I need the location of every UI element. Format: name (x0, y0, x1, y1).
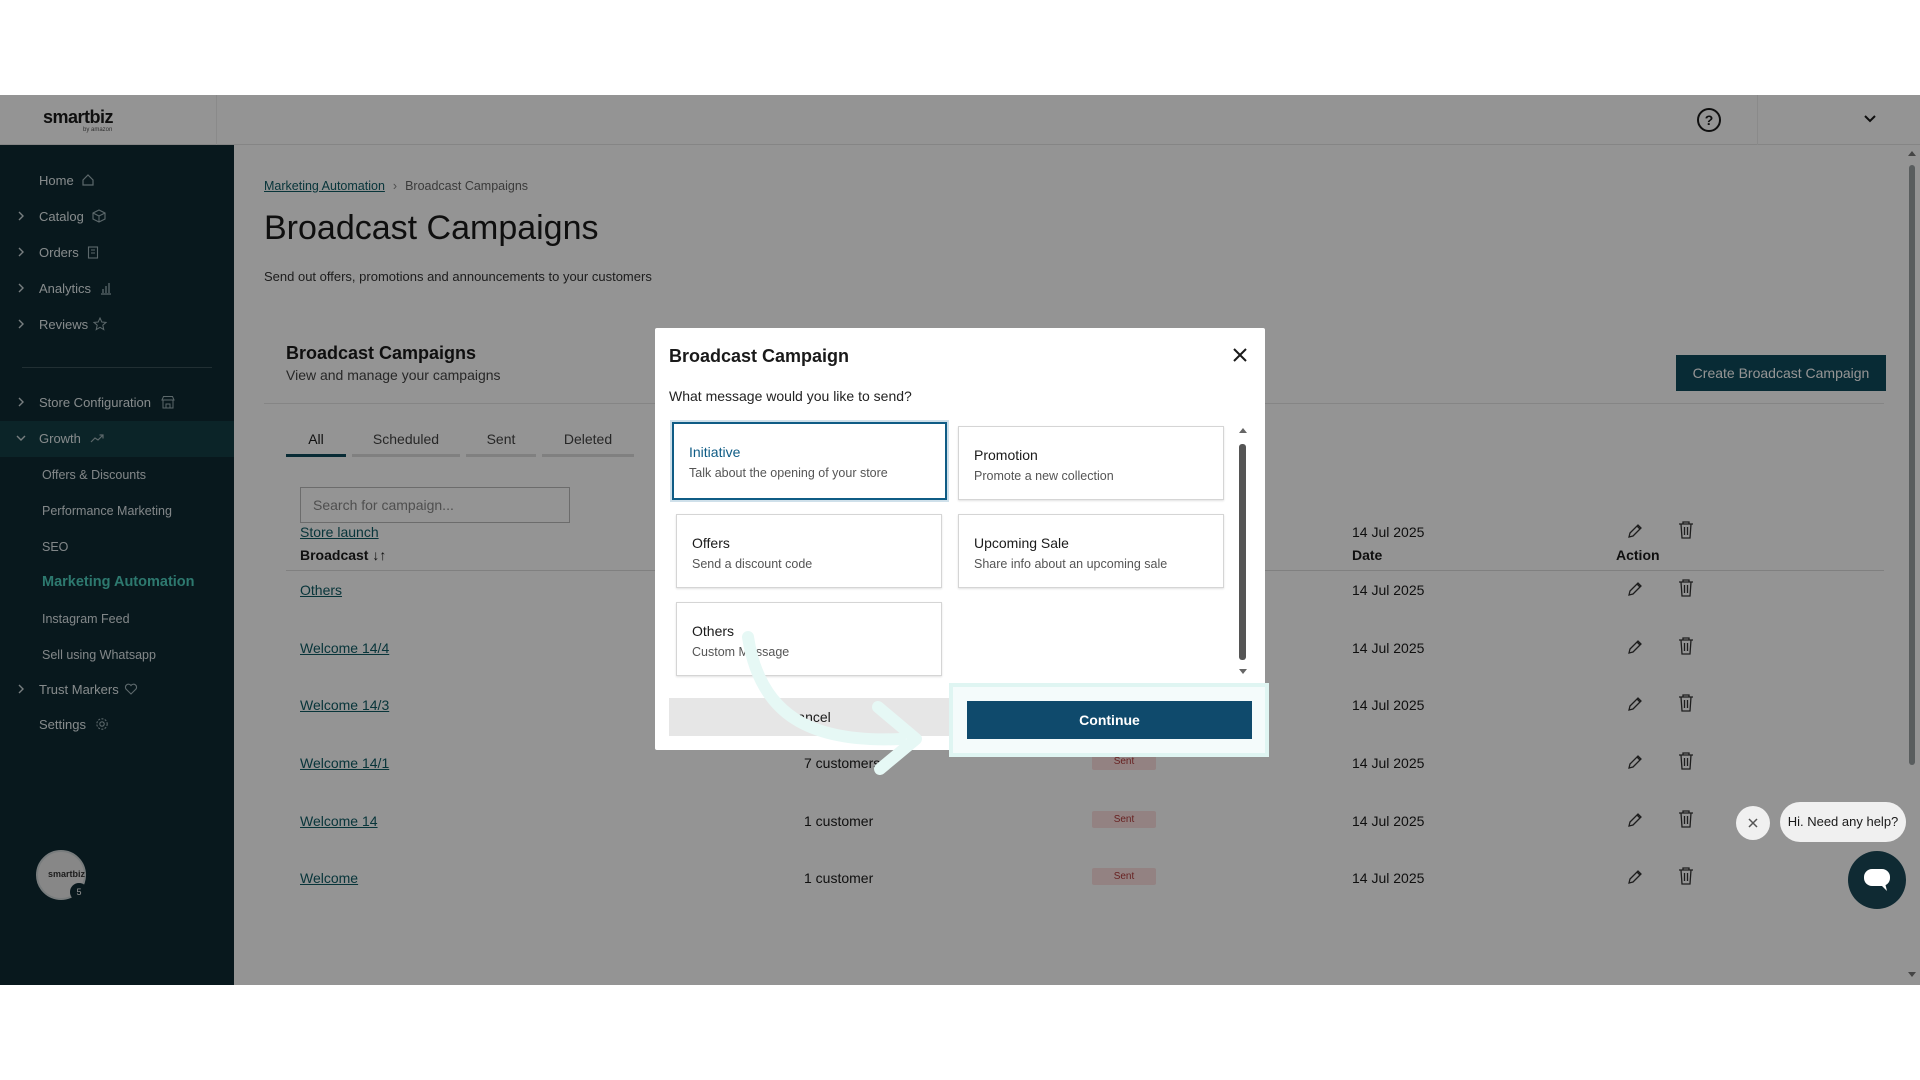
scroll-thumb[interactable] (1239, 444, 1246, 660)
close-icon[interactable] (1229, 344, 1251, 366)
scroll-down-icon[interactable] (1238, 668, 1248, 676)
modal-title: Broadcast Campaign (669, 346, 850, 366)
option-title: Promotion (974, 447, 1038, 463)
option-description: Talk about the opening of your store (689, 466, 888, 480)
option-title: Initiative (689, 444, 741, 460)
option-title: Others (692, 623, 735, 639)
option-description: Send a discount code (692, 557, 813, 571)
close-icon (1748, 818, 1758, 828)
option-upcoming-sale[interactable]: Upcoming Sale Share info about an upcomi… (958, 514, 1224, 588)
tutorial-arrow-icon (742, 631, 922, 775)
option-title: Offers (692, 535, 730, 551)
modal-question: What message would you like to send? (669, 388, 912, 404)
option-description: Promote a new collection (974, 469, 1114, 483)
option-promotion[interactable]: Promotion Promote a new collection (958, 426, 1224, 500)
chat-greeting-bubble[interactable]: Hi. Need any help? (1780, 802, 1906, 842)
option-initiative[interactable]: Initiative Talk about the opening of you… (672, 422, 947, 500)
continue-button[interactable]: Continue (967, 701, 1252, 739)
chat-close-button[interactable] (1736, 806, 1770, 840)
chat-icon (1864, 869, 1890, 891)
app-window: smartbiz by amazon ? Home Catalog Orders… (0, 95, 1920, 985)
chat-launcher-button[interactable] (1848, 851, 1906, 909)
option-offers[interactable]: Offers Send a discount code (676, 514, 942, 588)
option-description: Share info about an upcoming sale (974, 557, 1168, 571)
scroll-up-icon[interactable] (1238, 426, 1248, 434)
option-title: Upcoming Sale (974, 535, 1069, 551)
options-scrollbar[interactable] (1237, 426, 1249, 676)
